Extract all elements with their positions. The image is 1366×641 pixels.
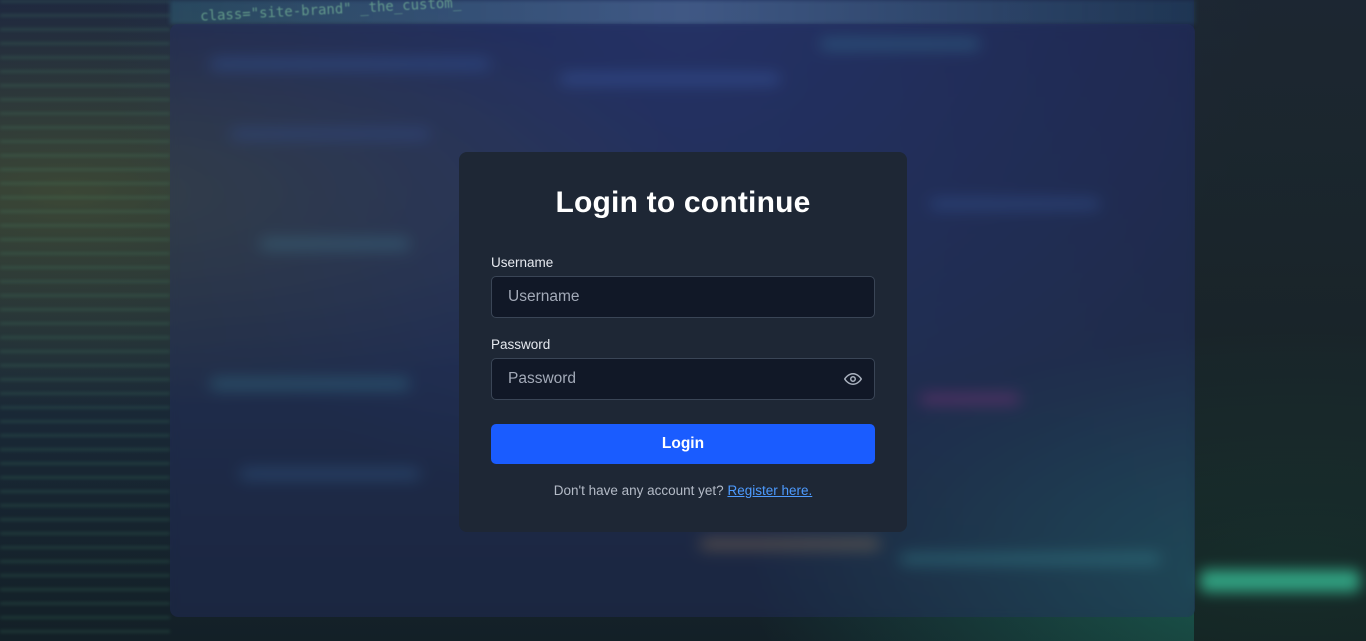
eye-icon[interactable] xyxy=(844,370,862,388)
background-streak xyxy=(1200,570,1360,592)
password-field-wrapper xyxy=(491,358,875,400)
username-field-wrapper xyxy=(491,276,875,318)
background-code-right xyxy=(1194,0,1366,641)
register-prompt-text: Don't have any account yet? xyxy=(553,483,724,498)
register-prompt-row: Don't have any account yet? Register her… xyxy=(491,483,875,498)
password-label: Password xyxy=(491,337,551,352)
username-input[interactable] xyxy=(492,277,874,317)
username-label: Username xyxy=(491,255,554,270)
register-link[interactable]: Register here. xyxy=(727,483,812,498)
login-card: Login to continue Username Password Logi… xyxy=(459,152,907,532)
background-code-left xyxy=(0,0,170,641)
login-title: Login to continue xyxy=(555,186,811,219)
login-button[interactable]: Login xyxy=(491,424,875,464)
password-input[interactable] xyxy=(492,359,874,399)
